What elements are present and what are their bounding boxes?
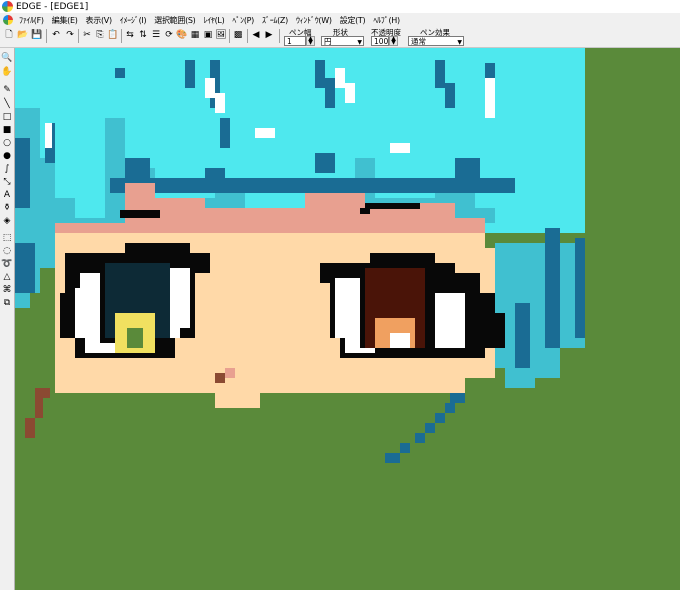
menu-layer[interactable]: ﾚｲﾔ(L) — [200, 15, 229, 26]
separator — [279, 29, 280, 43]
line-icon[interactable]: ╲ — [1, 98, 13, 110]
chevron-down-icon: ▼ — [357, 39, 362, 46]
prev-frame-icon[interactable]: ◀ — [250, 29, 262, 41]
menu-selection[interactable]: 選択範囲(S) — [150, 15, 199, 26]
new-icon[interactable]: 🗋 — [3, 29, 15, 41]
chevron-down-icon: ▼ — [457, 39, 462, 46]
tool-palette: 🔍 ✋ ✎ ╲ □ ■ ○ ● ∫ ⤡ A ⚱ ◈ ⬚ ◌ ➰ △ ⌘ ⧉ — [0, 48, 15, 590]
grid-icon[interactable]: ▦ — [189, 29, 201, 41]
menu-settings[interactable]: 設定(T) — [336, 15, 370, 26]
rect-select-icon[interactable]: ⬚ — [1, 232, 13, 244]
pen-effect-select[interactable]: 通常 ▼ — [408, 36, 464, 46]
spray-icon[interactable]: ⚱ — [1, 202, 13, 214]
flip-horizontal-icon[interactable]: ⇆ — [124, 29, 136, 41]
app-logo-icon — [2, 1, 13, 12]
separator — [229, 29, 230, 43]
lasso-icon[interactable]: ➰ — [1, 258, 13, 270]
zoom-icon[interactable]: 🔍 — [1, 52, 13, 64]
palette-icon[interactable]: 🎨 — [176, 29, 188, 41]
pen-width-stepper[interactable]: ▲ ▼ — [306, 36, 315, 46]
pattern-icon[interactable]: ▩ — [232, 29, 244, 41]
pixel-art-face — [15, 48, 585, 463]
pen-effect-value: 通常 — [411, 37, 426, 46]
shape-value: 円 — [324, 37, 332, 46]
magic-wand-icon[interactable]: ⌘ — [1, 284, 13, 296]
redo-icon[interactable]: ↷ — [64, 29, 76, 41]
separator — [247, 29, 248, 43]
window-title: EDGE - [EDGE1] — [16, 1, 89, 12]
pen-icon[interactable]: ✎ — [1, 84, 13, 96]
filled-ellipse-icon[interactable]: ● — [1, 150, 13, 162]
cut-icon[interactable]: ✂ — [81, 29, 93, 41]
document-icon[interactable] — [3, 15, 13, 25]
menu-zoom[interactable]: ｽﾞｰﾑ(Z) — [258, 15, 292, 26]
filled-rectangle-icon[interactable]: ■ — [1, 124, 13, 136]
menu-view[interactable]: 表示(V) — [82, 15, 116, 26]
fill-icon[interactable]: ◈ — [1, 215, 13, 227]
move-icon[interactable]: ⧉ — [1, 297, 13, 309]
separator — [46, 29, 47, 43]
image-icon[interactable]: 🖼 — [215, 29, 227, 41]
separator — [78, 29, 79, 43]
polygon-select-icon[interactable]: △ — [1, 271, 13, 283]
opacity-input[interactable]: 100 — [371, 36, 389, 46]
shape-select[interactable]: 円 ▼ — [321, 36, 364, 46]
next-frame-icon[interactable]: ▶ — [263, 29, 275, 41]
hand-icon[interactable]: ✋ — [1, 66, 13, 78]
toolbar: 🗋 📂 💾 ↶ ↷ ✂ ⎘ 📋 ⇆ ⇅ ☰ ⟳ 🎨 ▦ ▣ 🖼 ▩ ◀ ▶ ペン… — [0, 27, 680, 48]
menu-image[interactable]: ｲﾒｰｼﾞ(I) — [116, 15, 151, 26]
copy-icon[interactable]: ⎘ — [94, 29, 106, 41]
save-icon[interactable]: 💾 — [31, 29, 43, 41]
text-icon[interactable]: A — [1, 189, 13, 201]
curve-icon[interactable]: ∫ — [1, 163, 13, 175]
pen-width-input[interactable]: 1 — [284, 36, 306, 46]
rectangle-icon[interactable]: □ — [1, 111, 13, 123]
menu-window[interactable]: ｳｨﾝﾄﾞｳ(W) — [292, 15, 336, 26]
undo-icon[interactable]: ↶ — [50, 29, 62, 41]
menu-pen[interactable]: ﾍﾟﾝ(P) — [228, 15, 258, 26]
menu-file[interactable]: ﾌｧｲﾙ(F) — [15, 15, 48, 26]
flip-vertical-icon[interactable]: ⇅ — [137, 29, 149, 41]
layer-icon[interactable]: ☰ — [150, 29, 162, 41]
menu-edit[interactable]: 編集(E) — [48, 15, 82, 26]
dropper-icon[interactable]: ⤡ — [1, 176, 13, 188]
rotate-icon[interactable]: ⟳ — [163, 29, 175, 41]
menu-help[interactable]: ﾍﾙﾌﾟ(H) — [369, 15, 403, 26]
drawing-canvas[interactable] — [15, 48, 680, 590]
menu-bar: ﾌｧｲﾙ(F) 編集(E) 表示(V) ｲﾒｰｼﾞ(I) 選択範囲(S) ﾚｲﾔ… — [0, 13, 680, 27]
open-icon[interactable]: 📂 — [17, 29, 29, 41]
paste-icon[interactable]: 📋 — [107, 29, 119, 41]
separator — [121, 29, 122, 43]
opacity-stepper[interactable]: ▲ ▼ — [389, 36, 398, 46]
title-bar: EDGE - [EDGE1] — [0, 0, 680, 13]
preview-icon[interactable]: ▣ — [202, 29, 214, 41]
ellipse-select-icon[interactable]: ◌ — [1, 245, 13, 257]
ellipse-icon[interactable]: ○ — [1, 137, 13, 149]
